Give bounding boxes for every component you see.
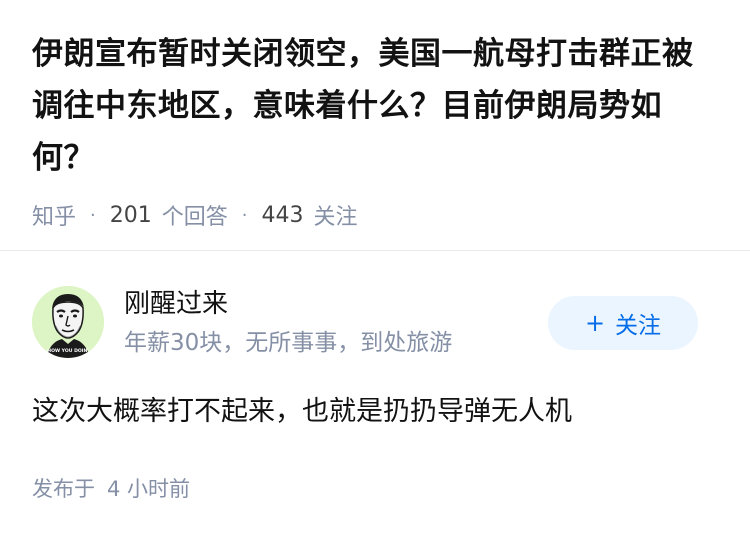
follow-button-label: 关注 — [615, 313, 662, 339]
answers-label[interactable]: 个回答 — [162, 199, 228, 231]
author-name[interactable]: 刚醒过来 — [124, 288, 228, 320]
section-divider — [0, 250, 750, 251]
avatar[interactable]: HOW YOU DOIN' — [32, 286, 104, 358]
answer-content[interactable]: 这次大概率打不起来，也就是扔扔导弹无人机 — [32, 392, 718, 432]
question-title[interactable]: 伊朗宣布暂时关闭领空，美国一航母打击群正被调往中东地区，意味着什么？目前伊朗局势… — [32, 28, 722, 184]
avatar-face-icon: HOW YOU DOIN' — [32, 286, 104, 358]
separator-dot: · — [241, 204, 248, 226]
avatar-caption: HOW YOU DOIN' — [47, 348, 89, 354]
follow-button[interactable]: + 关注 — [548, 296, 698, 350]
plus-icon: + — [584, 309, 606, 337]
author-bio: 年薪30块，无所事事，到处旅游 — [124, 330, 453, 356]
answer-page: 伊朗宣布暂时关闭领空，美国一航母打击群正被调往中东地区，意味着什么？目前伊朗局势… — [0, 0, 750, 540]
source-label[interactable]: 知乎 — [32, 199, 76, 231]
published-label: 发布于 — [32, 477, 95, 501]
author-info: HOW YOU DOIN' 刚醒过来 年薪30块，无所事事，到处旅游 + 关注 — [32, 286, 718, 360]
publish-info: 发布于 4 小时前 — [32, 474, 190, 504]
question-meta: 知乎 · 201 个回答 · 443 关注 — [32, 199, 722, 231]
answers-count: 201 — [109, 202, 152, 228]
followers-count: 443 — [261, 202, 304, 228]
separator-dot: · — [90, 204, 96, 226]
followers-label[interactable]: 关注 — [314, 199, 358, 231]
question-header: 伊朗宣布暂时关闭领空，美国一航母打击群正被调往中东地区，意味着什么？目前伊朗局势… — [32, 28, 722, 230]
published-time: 4 小时前 — [107, 477, 191, 501]
